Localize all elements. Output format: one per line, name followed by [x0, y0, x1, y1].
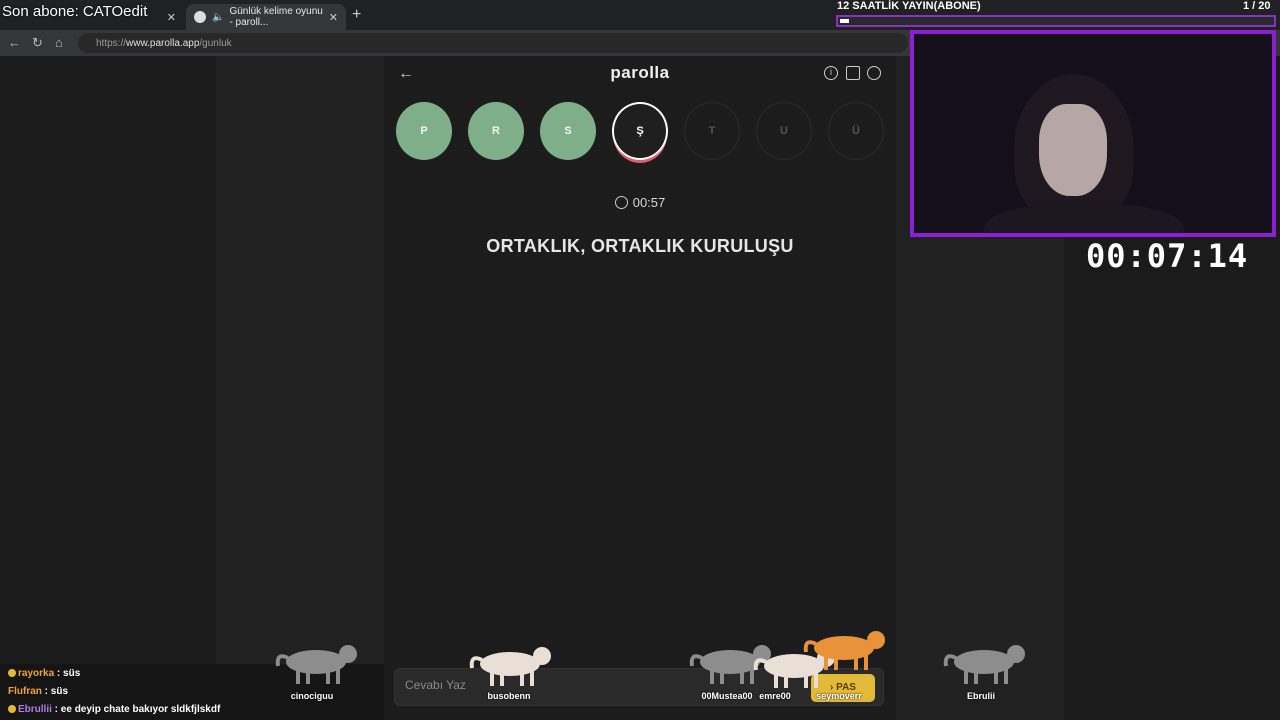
countdown: 00:57: [384, 195, 896, 210]
cat-icon: [469, 647, 551, 686]
clock-icon: [614, 196, 628, 209]
page-margin-left: [0, 56, 216, 720]
cat-icon: [275, 645, 357, 684]
url-input[interactable]: https://www.parolla.app/gunluk: [78, 33, 908, 53]
logo: parolla: [610, 63, 670, 82]
cat-icon: [943, 645, 1025, 684]
tab-label: Günlük kelime oyunu - paroll...: [229, 6, 323, 28]
letter-6: U: [756, 102, 812, 160]
stream-stopwatch: 00:07:14: [1086, 237, 1249, 275]
chat-text: : süs: [41, 686, 69, 697]
chat-message: Flufran : süs: [8, 686, 68, 697]
letter-wheel: PRSŞTUÜ: [396, 102, 886, 162]
streamer-body: [984, 204, 1184, 233]
tab-parolla[interactable]: 🔈 Günlük kelime oyunu - paroll... ✕: [186, 4, 346, 30]
close-tab-icon[interactable]: ✕: [329, 11, 338, 24]
close-tab-icon[interactable]: ✕: [167, 11, 176, 24]
clue-text: ORTAKLIK, ORTAKLIK KURULUŞU: [486, 236, 794, 256]
chat-badge-icon: [8, 705, 16, 713]
info-icon[interactable]: i: [824, 66, 838, 80]
cat-username: seymoverr: [816, 691, 862, 701]
back-icon[interactable]: ←: [8, 35, 21, 50]
goal-title: 12 SAATLİK YAYIN(ABONE): [837, 0, 981, 12]
cat-username: busobenn: [487, 691, 531, 701]
favicon-icon: [194, 11, 206, 23]
speaker-icon[interactable]: 🔈: [212, 12, 224, 23]
chat-message: Ebrullii : ee deyip chate bakıyor sldkfj…: [8, 704, 220, 715]
profile-icon[interactable]: [867, 66, 881, 80]
reload-icon[interactable]: ↻: [32, 35, 43, 51]
cat-username: Ebrulii: [966, 691, 995, 701]
chat-message: rayorka : süs: [8, 668, 80, 679]
streamer-face: [1039, 104, 1107, 196]
page-gutter-left: [216, 56, 384, 720]
letter-5: T: [684, 102, 740, 160]
chat-text: : süs: [54, 668, 81, 679]
home-icon[interactable]: ⌂: [55, 35, 63, 50]
goal-progress-bar: [836, 15, 1276, 27]
new-tab-icon[interactable]: +: [352, 6, 361, 24]
cat-icon: [803, 631, 885, 670]
webcam-feed: [910, 30, 1276, 237]
goal-progress-fill: [840, 19, 849, 23]
chat-text: : ee deyip chate bakıyor sldkfjlskdf: [51, 704, 221, 715]
chat-badge-icon: [8, 669, 16, 677]
game-panel: ← parolla i PRSŞTUÜ 00:57 ORTAKLIK, ORTA…: [384, 56, 896, 720]
countdown-value: 00:57: [632, 195, 666, 210]
cat-username: cinociguu: [290, 691, 334, 701]
letter-4: Ş: [612, 102, 668, 160]
letter-7: Ü: [828, 102, 884, 160]
letter-1: P: [396, 102, 452, 160]
chat-username: Flufran: [8, 686, 42, 697]
chat-username: rayorka: [18, 668, 55, 679]
last-subscriber-overlay: Son abone: CATOedit: [2, 3, 148, 20]
chat-username: Ebrullii: [18, 704, 52, 715]
stats-icon[interactable]: [846, 66, 860, 80]
goal-count: 1 / 20: [1243, 0, 1271, 12]
letter-2: R: [468, 102, 524, 160]
letter-3: S: [540, 102, 596, 160]
